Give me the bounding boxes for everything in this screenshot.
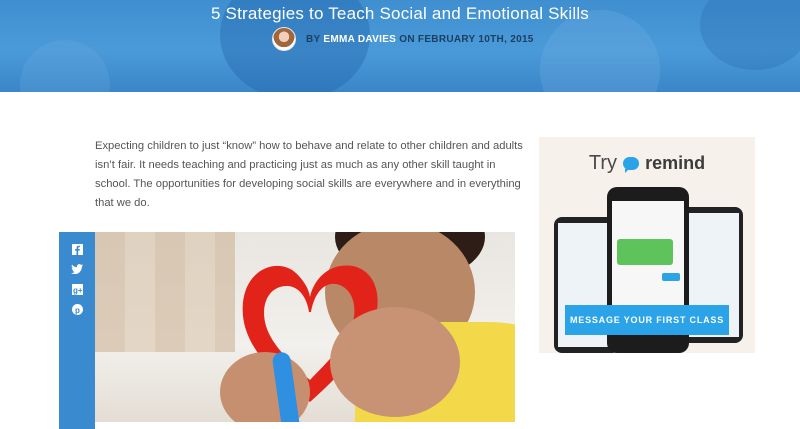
post-hero: 5 Strategies to Teach Social and Emotion… [0, 0, 800, 92]
message-first-class-button[interactable]: MESSAGE YOUR FIRST CLASS [565, 305, 729, 335]
author-avatar[interactable] [272, 27, 296, 51]
hero-decoration [20, 40, 110, 92]
facebook-icon[interactable] [70, 242, 84, 256]
post-title: 5 Strategies to Teach Social and Emotion… [210, 4, 590, 23]
ad-brand: remind [645, 153, 706, 173]
ad-headline-prefix: Try [588, 152, 618, 174]
byline: BY EMMA DAVIES ON FEBRUARY 10TH, 2015 [272, 27, 534, 51]
remind-ad[interactable]: Try remind MESSAGE YOUR FIRST CLASS [539, 137, 755, 353]
svg-text:g+: g+ [73, 286, 83, 295]
pinterest-icon[interactable]: p [70, 302, 84, 316]
intro-paragraph: Expecting children to just “know” how to… [95, 140, 523, 209]
byline-text: BY EMMA DAVIES ON FEBRUARY 10TH, 2015 [306, 34, 534, 45]
featured-image [95, 232, 515, 422]
byline-prefix: BY [306, 33, 321, 45]
remind-logo-icon [623, 157, 640, 173]
byline-date: ON FEBRUARY 10TH, 2015 [399, 33, 534, 45]
ad-headline: Try remind [539, 152, 755, 175]
author-link[interactable]: EMMA DAVIES [323, 34, 396, 45]
share-bar: g+ p [59, 232, 95, 429]
google-plus-icon[interactable]: g+ [70, 282, 84, 296]
photo-hand [330, 307, 460, 417]
svg-text:p: p [75, 306, 80, 315]
photo-background-board [95, 232, 235, 352]
twitter-icon[interactable] [70, 262, 84, 276]
